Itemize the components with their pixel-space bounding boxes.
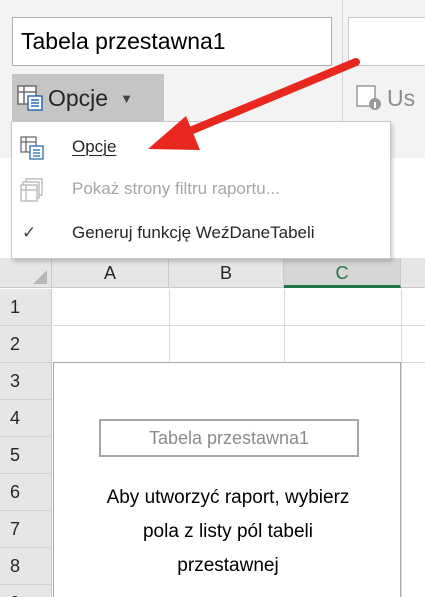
row-header-3[interactable]: 3 <box>0 363 52 400</box>
menu-item-show-report-filter-pages-label: Pokaż strony filtru raportu... <box>72 179 280 198</box>
column-header-a[interactable]: A <box>52 258 169 288</box>
menu-item-show-report-filter-pages[interactable]: Pokaż strony filtru raportu... <box>12 168 390 210</box>
column-header-b[interactable]: B <box>169 258 284 288</box>
chevron-down-icon: ▼ <box>120 90 133 106</box>
menu-item-generate-getpivotdata[interactable]: ✓ Generuj funkcję WeźDaneTabeli <box>12 212 390 254</box>
menu-item-generate-getpivotdata-label: Generuj funkcję WeźDaneTabeli <box>72 223 315 242</box>
checkmark-icon: ✓ <box>22 223 37 242</box>
row-header-8[interactable]: 8 <box>0 548 52 585</box>
options-button-label: Opcje <box>48 84 109 111</box>
pivot-name-input[interactable]: Tabela przestawna1 <box>12 17 332 66</box>
row-header-2[interactable]: 2 <box>0 326 52 363</box>
pivot-options-icon <box>17 85 43 111</box>
pivot-options-icon <box>20 136 44 160</box>
pivot-table-instructions: Aby utworzyć raport, wybierz pola z list… <box>106 487 350 576</box>
row-header-7[interactable]: 7 <box>0 511 52 548</box>
row-header-6[interactable]: 6 <box>0 474 52 511</box>
select-all-corner[interactable] <box>0 258 52 288</box>
options-dropdown-menu: Opcje Pokaż strony filtru raportu... ✓ G… <box>11 121 391 259</box>
row-header-9[interactable]: 9 <box>0 585 52 597</box>
ribbon-next-field[interactable] <box>348 17 425 66</box>
field-settings-label: Us <box>387 84 416 111</box>
pivot-table-title: Tabela przestawna1 <box>99 419 359 457</box>
pivot-pages-icon <box>20 178 43 202</box>
menu-item-options[interactable]: Opcje <box>12 126 390 168</box>
column-header-row: A B C <box>0 258 425 288</box>
row-header-4[interactable]: 4 <box>0 400 52 437</box>
field-settings-button[interactable]: Us <box>355 74 415 122</box>
options-dropdown-button[interactable]: Opcje ▼ <box>12 74 164 122</box>
field-settings-icon <box>356 85 381 110</box>
pivot-table-placeholder[interactable]: Tabela przestawna1 Aby utworzyć raport, … <box>53 362 401 597</box>
row-header-5[interactable]: 5 <box>0 437 52 474</box>
menu-item-options-label: Opcje <box>72 137 117 156</box>
row-header-1[interactable]: 1 <box>0 289 52 326</box>
column-header-c[interactable]: C <box>284 258 401 288</box>
worksheet-grid: A B C 1 2 3 4 5 6 7 8 9 Tabela przestawn… <box>0 258 425 597</box>
